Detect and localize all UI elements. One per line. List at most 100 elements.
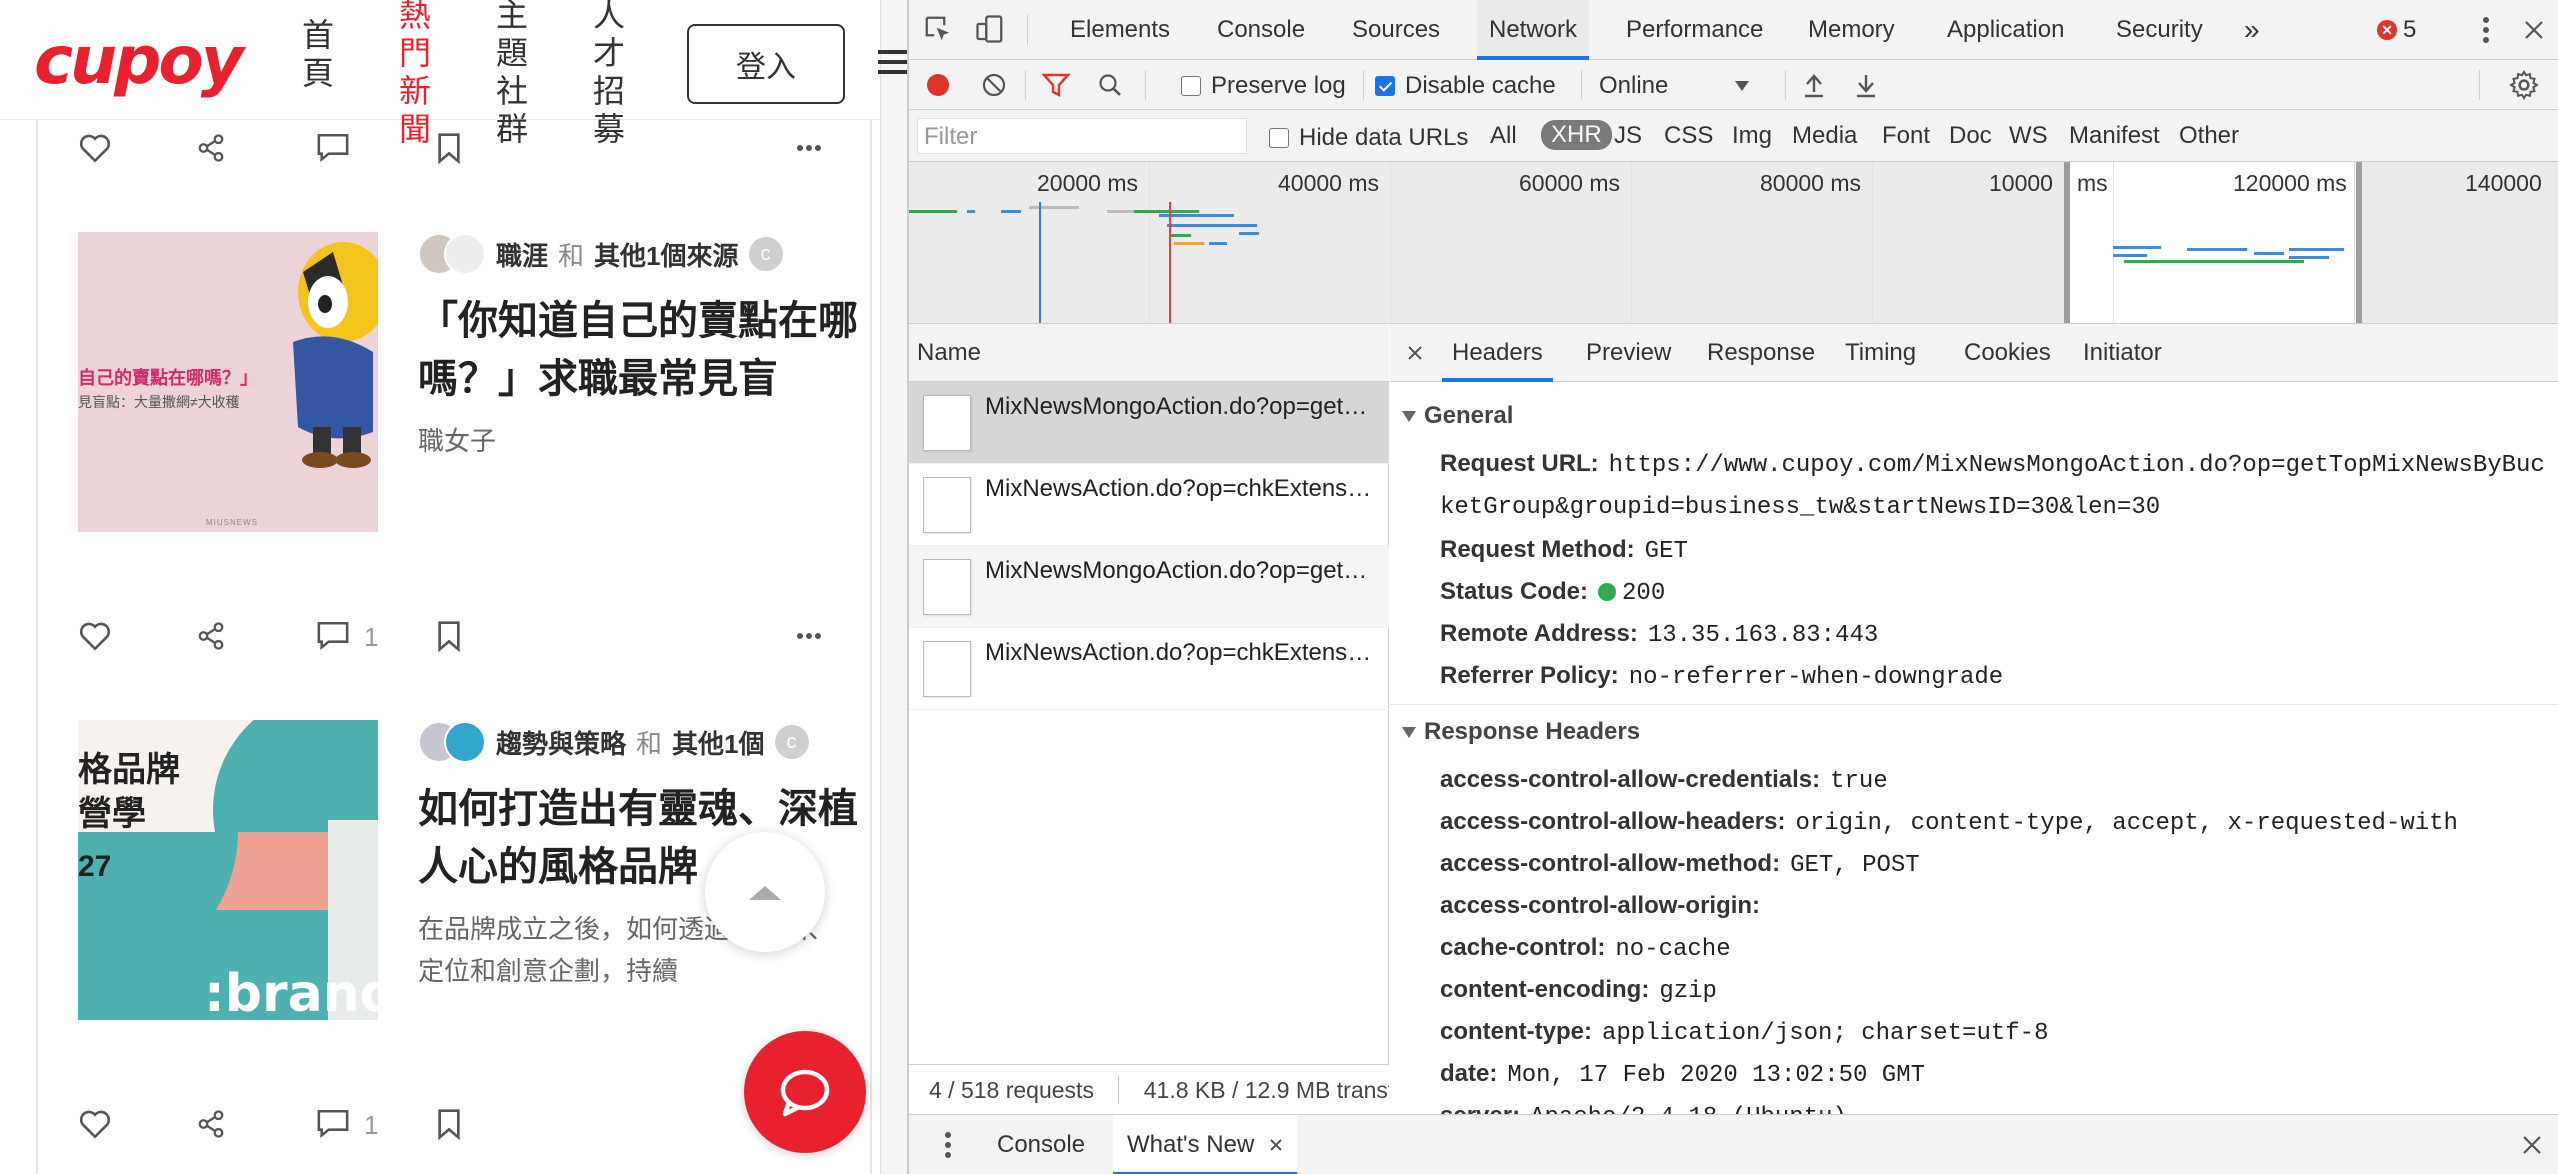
more-icon[interactable]: [796, 616, 836, 656]
header-key: date:: [1440, 1060, 1498, 1087]
nav-home[interactable]: 首頁: [298, 16, 338, 92]
filter-type-manifest[interactable]: Manifest: [2069, 122, 2160, 150]
like-icon[interactable]: [78, 128, 118, 168]
filter-type-xhr[interactable]: XHR: [1541, 120, 1612, 150]
import-har-icon[interactable]: [1799, 70, 1829, 100]
close-details-icon[interactable]: [1400, 338, 1430, 368]
search-icon[interactable]: [1095, 70, 1125, 100]
overview-window-handle-right[interactable]: [2356, 162, 2362, 323]
tab-sources[interactable]: Sources: [1352, 0, 1440, 60]
record-icon[interactable]: [923, 70, 953, 100]
drawer-tab-whats-new[interactable]: What's New: [1113, 1115, 1297, 1174]
share-icon[interactable]: [196, 616, 236, 656]
page-scrollbar[interactable]: [880, 0, 907, 1174]
news-card[interactable]: 自己的賣點在哪嗎？」 見盲點：大量撒網≠大收穫 MIUSNEWS 職涯 和 其他…: [78, 232, 868, 532]
comment-count: 1: [364, 1110, 379, 1140]
bookmark-icon[interactable]: [436, 616, 476, 656]
hide-data-urls-checkbox[interactable]: Hide data URLs: [1269, 124, 1468, 152]
nav-hot-news[interactable]: 熱門新聞: [395, 0, 435, 148]
tab-cookies[interactable]: Cookies: [1964, 324, 2051, 382]
drawer-menu-icon[interactable]: [933, 1130, 963, 1160]
more-tabs-button[interactable]: »: [2244, 0, 2260, 60]
section-general[interactable]: General: [1402, 402, 1513, 430]
nav-recruitment[interactable]: 人才招募: [589, 0, 629, 148]
checkbox-unchecked[interactable]: [1269, 128, 1289, 148]
section-response-headers[interactable]: Response Headers: [1402, 718, 1640, 746]
disable-cache-checkbox[interactable]: Disable cache: [1375, 72, 1556, 100]
error-count-badge[interactable]: ✕ 5: [2377, 16, 2416, 44]
tab-preview[interactable]: Preview: [1586, 324, 1671, 382]
filter-type-js[interactable]: JS: [1614, 122, 1642, 150]
tab-response[interactable]: Response: [1707, 324, 1815, 382]
throttling-select[interactable]: Online: [1599, 72, 1750, 100]
share-icon[interactable]: [196, 1104, 236, 1144]
device-toolbar-icon[interactable]: [975, 14, 1005, 44]
filter-type-other[interactable]: Other: [2179, 122, 2239, 150]
cupoy-logo[interactable]: cupoy: [34, 22, 244, 99]
source-name[interactable]: 職涯: [496, 236, 548, 273]
inspect-element-icon[interactable]: [923, 14, 953, 44]
tab-elements[interactable]: Elements: [1070, 0, 1170, 60]
checkbox-unchecked[interactable]: [1181, 76, 1201, 96]
tab-console[interactable]: Console: [1217, 0, 1305, 60]
filter-icon[interactable]: [1041, 70, 1071, 100]
nav-topic-community[interactable]: 主題社群: [492, 0, 532, 148]
tab-timing[interactable]: Timing: [1845, 324, 1916, 382]
like-icon[interactable]: [78, 616, 118, 656]
more-icon[interactable]: [796, 128, 836, 168]
section-general-title: General: [1424, 402, 1514, 429]
filter-type-ws[interactable]: WS: [2009, 122, 2048, 150]
column-header-name[interactable]: Name: [909, 324, 1389, 382]
filter-type-img[interactable]: Img: [1732, 122, 1772, 150]
comment-icon[interactable]: [316, 1104, 356, 1144]
chat-button[interactable]: [744, 1031, 866, 1153]
filter-type-css[interactable]: CSS: [1664, 122, 1713, 150]
request-row[interactable]: MixNewsMongoAction.do?op=getTopMixNewsBy…: [909, 546, 1389, 628]
login-button[interactable]: 登入: [687, 24, 845, 104]
menu-icon[interactable]: [878, 50, 907, 76]
filter-input[interactable]: Filter: [917, 118, 1247, 154]
filter-type-all[interactable]: All: [1490, 122, 1517, 150]
tab-security[interactable]: Security: [2116, 0, 2203, 60]
close-tab-icon[interactable]: [1269, 1138, 1283, 1152]
source-more[interactable]: 其他1個來源: [594, 236, 738, 273]
card-thumbnail[interactable]: 自己的賣點在哪嗎？」 見盲點：大量撒網≠大收穫 MIUSNEWS: [78, 232, 378, 532]
share-icon[interactable]: [196, 128, 236, 168]
card-thumbnail[interactable]: 格品牌 營學 27 :brand: [78, 720, 378, 1020]
card-title[interactable]: 「你知道自己的賣點在哪嗎？」求職最常見盲: [418, 292, 878, 408]
bookmark-icon[interactable]: [436, 1104, 476, 1144]
content-right-border: [870, 120, 872, 1174]
filter-type-media[interactable]: Media: [1792, 122, 1857, 150]
filter-type-font[interactable]: Font: [1882, 122, 1930, 150]
filter-type-doc[interactable]: Doc: [1949, 122, 1992, 150]
tab-network[interactable]: Network: [1477, 0, 1590, 60]
request-row[interactable]: MixNewsMongoAction.do?op=getTopMixNewsBy…: [909, 382, 1389, 464]
comment-icon[interactable]: [316, 128, 356, 168]
drawer-tab-console[interactable]: Console: [983, 1115, 1099, 1174]
network-overview-timeline[interactable]: 20000 ms 40000 ms 60000 ms 80000 ms 1000…: [909, 162, 2558, 324]
kebab-menu-icon[interactable]: [2471, 15, 2501, 45]
drawer-tab-label: What's New: [1127, 1131, 1255, 1158]
export-har-icon[interactable]: [1851, 70, 1881, 100]
bookmark-icon[interactable]: [436, 128, 476, 168]
like-icon[interactable]: [78, 1104, 118, 1144]
tab-memory[interactable]: Memory: [1808, 0, 1895, 60]
tab-application[interactable]: Application: [1947, 0, 2064, 60]
tab-initiator[interactable]: Initiator: [2083, 324, 2162, 382]
comment-icon[interactable]: [316, 616, 356, 656]
clear-icon[interactable]: [979, 70, 1009, 100]
overview-tick-label: 80000 ms: [1760, 170, 1862, 196]
network-settings-gear-icon[interactable]: [2509, 70, 2539, 100]
source-more[interactable]: 其他1個: [672, 724, 764, 761]
preserve-log-checkbox[interactable]: Preserve log: [1181, 72, 1346, 100]
close-drawer-icon[interactable]: [2517, 1130, 2547, 1160]
request-row[interactable]: MixNewsAction.do?op=chkExtensionNews: [909, 464, 1389, 546]
tab-headers[interactable]: Headers: [1442, 324, 1553, 382]
checkbox-checked[interactable]: [1375, 76, 1395, 96]
close-devtools-icon[interactable]: [2519, 15, 2549, 45]
source-name[interactable]: 趨勢與策略: [496, 724, 626, 761]
scroll-to-top-button[interactable]: [705, 832, 825, 952]
overview-window-handle-left[interactable]: [2064, 162, 2070, 323]
request-row[interactable]: MixNewsAction.do?op=chkExtensionNews: [909, 628, 1389, 710]
tab-performance[interactable]: Performance: [1626, 0, 1763, 60]
